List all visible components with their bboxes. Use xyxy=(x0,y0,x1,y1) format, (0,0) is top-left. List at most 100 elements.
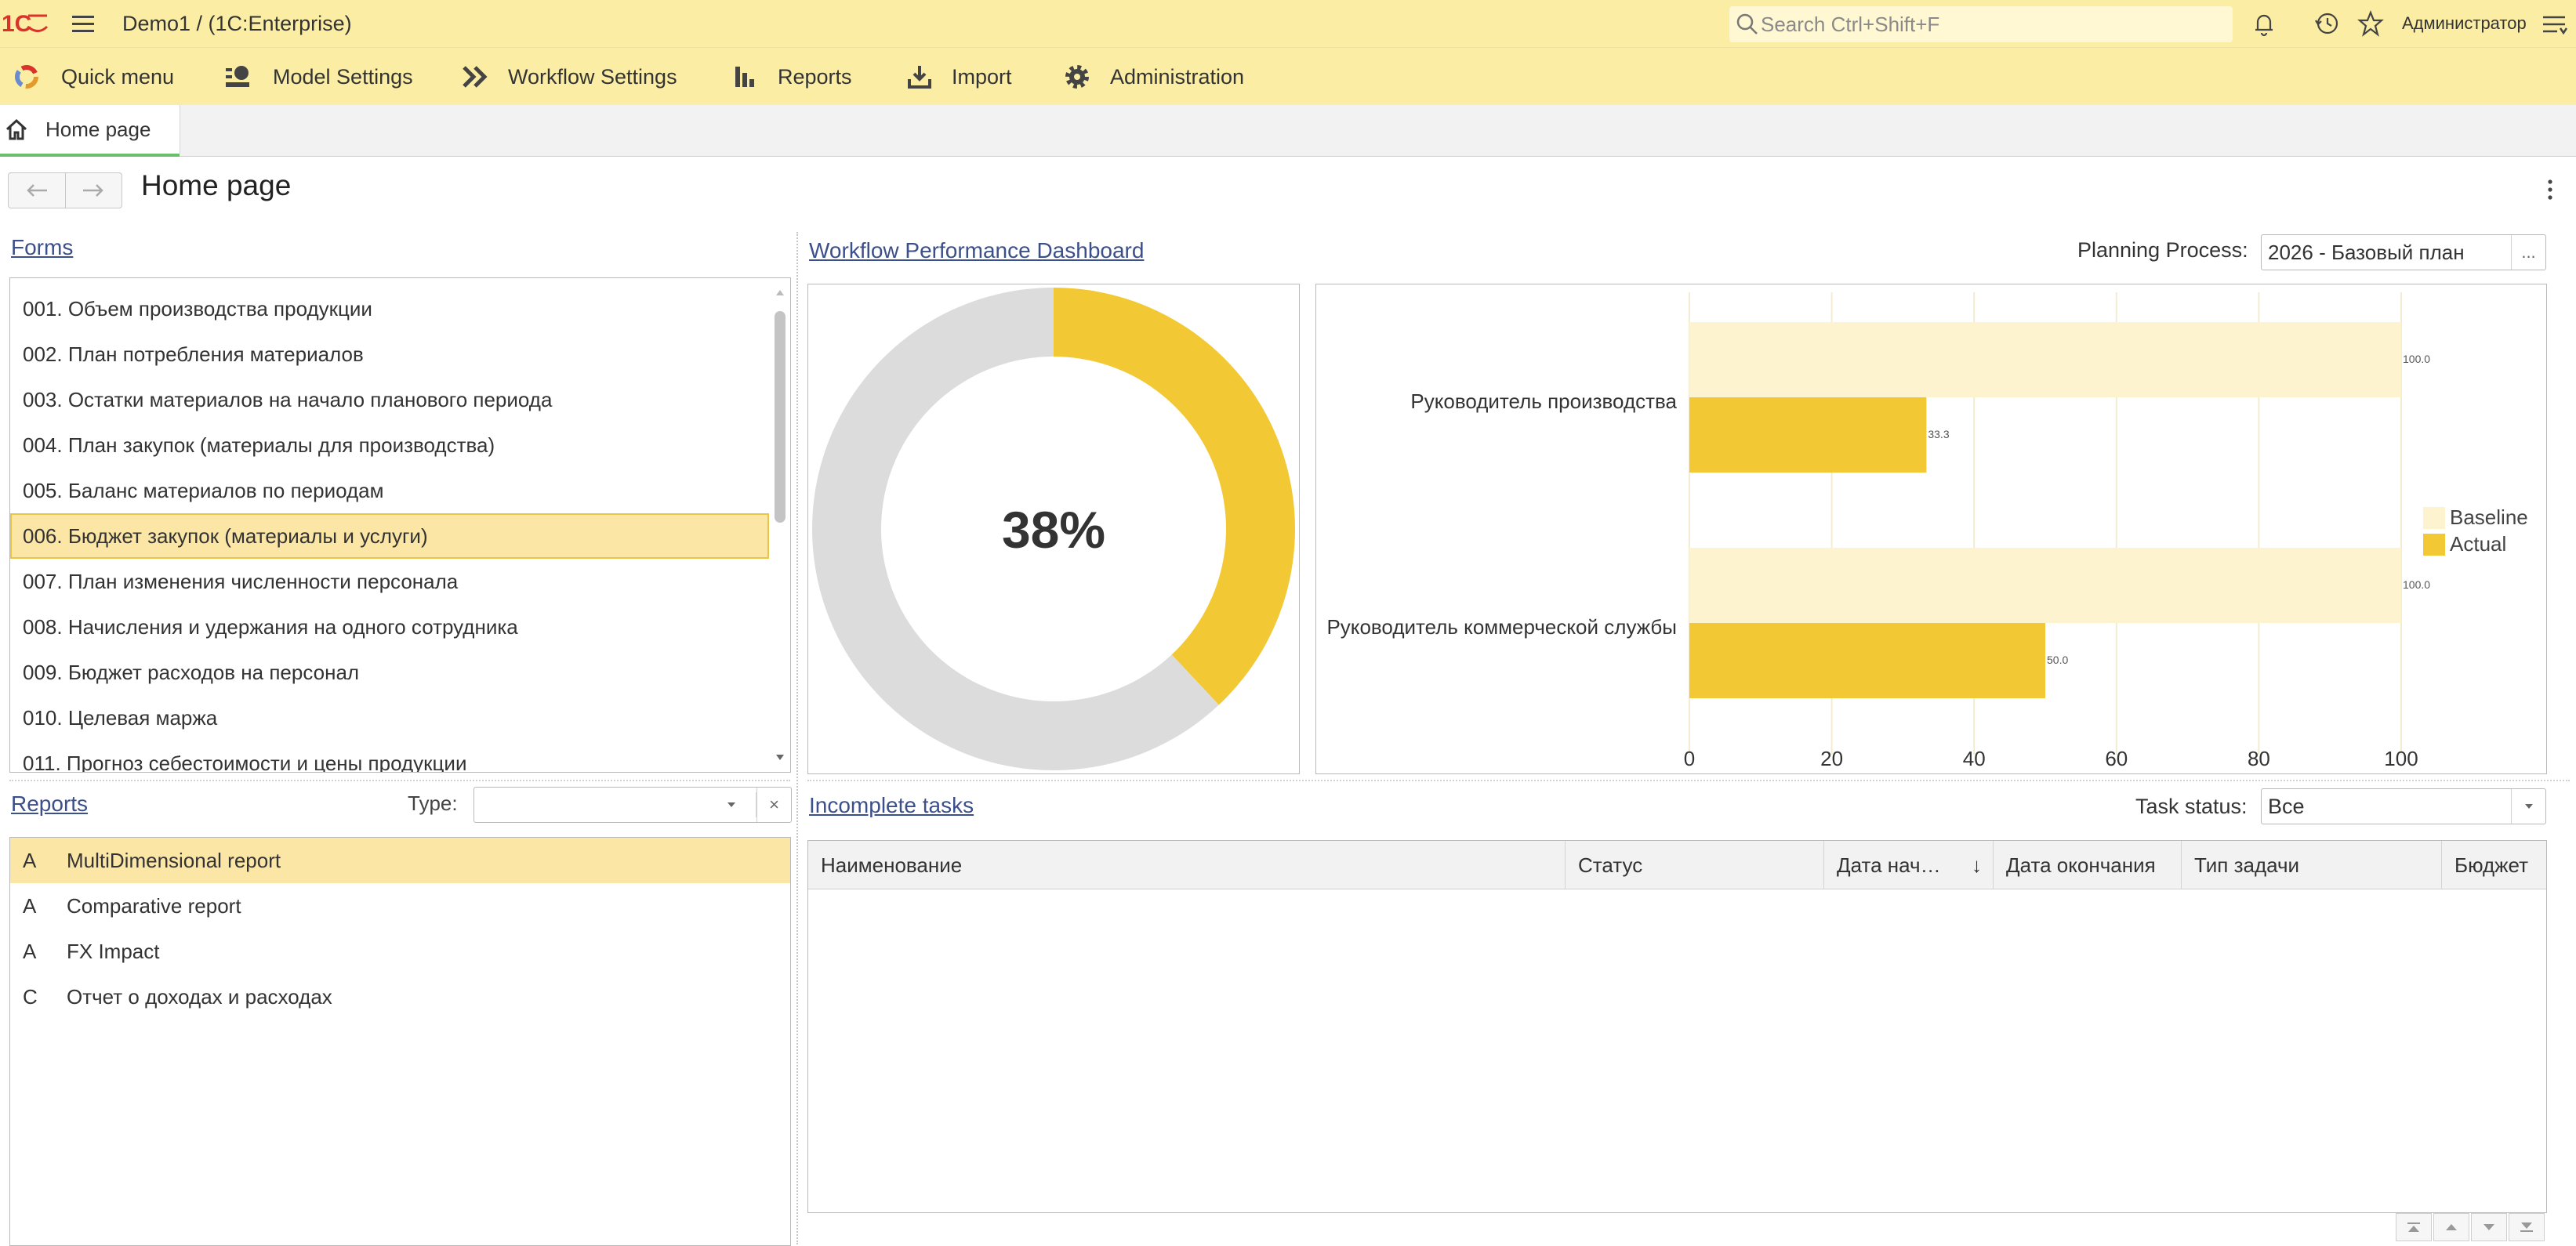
category-label: Руководитель производства xyxy=(1410,389,1677,413)
column-header-task-type[interactable]: Тип задачи xyxy=(2182,841,2442,889)
scroll-bottom-icon xyxy=(2520,1222,2533,1232)
incomplete-tasks-link[interactable]: Incomplete tasks xyxy=(809,793,974,818)
form-item[interactable]: 004. План закупок (материалы для произво… xyxy=(10,422,769,468)
tab-label: Home page xyxy=(45,117,151,141)
report-name: MultiDimensional report xyxy=(67,849,281,872)
panel-settings-icon[interactable] xyxy=(2540,11,2568,38)
sort-descending-icon: ↓ xyxy=(1972,853,1982,877)
donut-slice-complete xyxy=(1054,288,1295,705)
form-item[interactable]: 011. Прогноз себестоимости и цены продук… xyxy=(10,741,769,772)
page-title: Home page xyxy=(141,169,292,201)
form-item[interactable]: 007. План изменения численности персонал… xyxy=(10,559,769,604)
form-item[interactable]: 002. План потребления материалов xyxy=(10,331,769,377)
1c-logo-icon[interactable]: 1С xyxy=(0,8,49,39)
column-header-status[interactable]: Статус xyxy=(1566,841,1824,889)
report-item[interactable]: A FX Impact xyxy=(10,929,790,974)
bar-actual xyxy=(1689,397,1927,473)
bar-chart: 100.0 33.3 100.0 50.0 Руководитель производ… xyxy=(1326,292,2528,770)
column-header-end-date[interactable]: Дата окончания xyxy=(1994,841,2182,889)
report-name: Comparative report xyxy=(67,894,241,918)
scroll-to-bottom-button[interactable] xyxy=(2509,1213,2545,1241)
panel-divider xyxy=(796,232,798,1244)
section-label: Reports xyxy=(778,64,852,89)
report-item[interactable]: C Отчет о доходах и расходах xyxy=(10,974,790,1020)
type-dropdown-button[interactable] xyxy=(720,788,742,822)
task-status-dropdown-button[interactable] xyxy=(2511,789,2545,824)
section-quick-menu[interactable]: Quick menu xyxy=(11,48,174,106)
forward-button[interactable] xyxy=(66,173,122,208)
x-tick-label: 40 xyxy=(1963,747,1986,770)
column-header-name[interactable]: Наименование xyxy=(808,841,1566,889)
task-status-field[interactable]: Все xyxy=(2261,788,2546,824)
report-kind: A xyxy=(23,849,37,872)
current-user[interactable]: Администратор xyxy=(2402,0,2527,47)
planning-process-value: 2026 - Базовый план xyxy=(2268,241,2465,264)
column-header-budget[interactable]: Бюджет xyxy=(2442,841,2548,889)
section-reports[interactable]: Reports xyxy=(732,48,852,106)
more-actions-icon[interactable] xyxy=(2540,174,2560,205)
column-header-start-date[interactable]: Дата нач… ↓ xyxy=(1824,841,1994,889)
form-item[interactable]: 003. Остатки материалов на начало планов… xyxy=(10,377,769,422)
main-menu-icon[interactable] xyxy=(69,9,97,38)
type-clear-button[interactable]: × xyxy=(756,788,791,822)
dashboard-link[interactable]: Workflow Performance Dashboard xyxy=(809,238,1144,263)
type-filter-field[interactable]: × xyxy=(473,787,792,823)
tab-home-page[interactable]: Home page xyxy=(0,105,180,157)
back-button[interactable] xyxy=(9,173,66,208)
x-tick-label: 0 xyxy=(1684,747,1695,770)
scroll-down-button[interactable] xyxy=(2471,1213,2507,1241)
notifications-bell-icon[interactable] xyxy=(2250,9,2278,38)
section-administration[interactable]: Administration xyxy=(1063,48,1244,106)
scroll-up-icon[interactable] xyxy=(775,288,785,297)
planning-process-select-button[interactable]: ... xyxy=(2511,235,2545,270)
import-icon xyxy=(908,66,931,89)
forms-link[interactable]: Forms xyxy=(11,235,73,260)
table-header: Наименование Статус Дата нач… ↓ Дата око… xyxy=(808,841,2546,889)
report-kind: C xyxy=(23,985,38,1009)
forms-list: 001. Объем производства продукции 002. П… xyxy=(9,277,791,773)
planning-process-field[interactable]: 2026 - Базовый план ... xyxy=(2261,234,2546,270)
favorites-star-icon[interactable] xyxy=(2356,9,2385,38)
top-bar: 1С Demo1 / (1C:Enterprise) Администратор xyxy=(0,0,2576,47)
legend-swatch xyxy=(2423,534,2445,556)
report-name: FX Impact xyxy=(67,940,160,963)
home-icon xyxy=(5,118,27,140)
history-icon[interactable] xyxy=(2313,9,2341,38)
open-windows-bar: Home page xyxy=(0,105,2576,157)
task-status-label: Task status: xyxy=(2135,795,2248,818)
forms-scrollbar[interactable] xyxy=(770,278,790,772)
section-import[interactable]: Import xyxy=(906,48,1012,106)
search-icon xyxy=(1736,13,1758,34)
search-box[interactable] xyxy=(1729,6,2233,42)
quick-menu-icon xyxy=(15,65,38,89)
form-item[interactable]: 009. Бюджет расходов на персонал xyxy=(10,650,769,695)
section-workflow-settings[interactable]: Workflow Settings xyxy=(461,48,677,106)
report-item[interactable]: A Comparative report xyxy=(10,883,790,929)
scroll-up-button[interactable] xyxy=(2433,1213,2469,1241)
report-name: Отчет о доходах и расходах xyxy=(67,985,332,1009)
x-tick-label: 20 xyxy=(1820,747,1843,770)
form-item[interactable]: 001. Объем производства продукции xyxy=(10,286,769,331)
legend-swatch xyxy=(2423,507,2445,529)
report-kind: A xyxy=(23,940,37,963)
scroll-to-top-button[interactable] xyxy=(2396,1213,2432,1241)
form-item[interactable]: 005. Баланс материалов по периодам xyxy=(10,468,769,513)
form-item-selected[interactable]: 006. Бюджет закупок (материалы и услуги) xyxy=(10,513,769,559)
form-item[interactable]: 010. Целевая маржа xyxy=(10,695,769,741)
arrow-left-icon xyxy=(26,184,47,197)
scroll-up-icon xyxy=(2446,1224,2457,1230)
search-input[interactable] xyxy=(1761,6,2223,42)
scroll-top-icon xyxy=(2407,1222,2420,1232)
task-status-value: Все xyxy=(2268,795,2305,818)
reports-link[interactable]: Reports xyxy=(11,791,88,817)
form-item[interactable]: 008. Начисления и удержания на одного со… xyxy=(10,604,769,650)
scroll-down-icon[interactable] xyxy=(775,753,785,762)
scrollbar-thumb[interactable] xyxy=(775,311,785,523)
model-settings-icon xyxy=(226,66,249,87)
x-tick-label: 60 xyxy=(2105,747,2128,770)
panel-divider xyxy=(807,780,2570,781)
report-item-selected[interactable]: A MultiDimensional report xyxy=(10,838,790,883)
bar-chart-panel: 100.0 33.3 100.0 50.0 Руководитель производ… xyxy=(1315,284,2547,774)
column-header-label: Дата нач… xyxy=(1837,853,1941,877)
section-model-settings[interactable]: Model Settings xyxy=(224,48,413,106)
